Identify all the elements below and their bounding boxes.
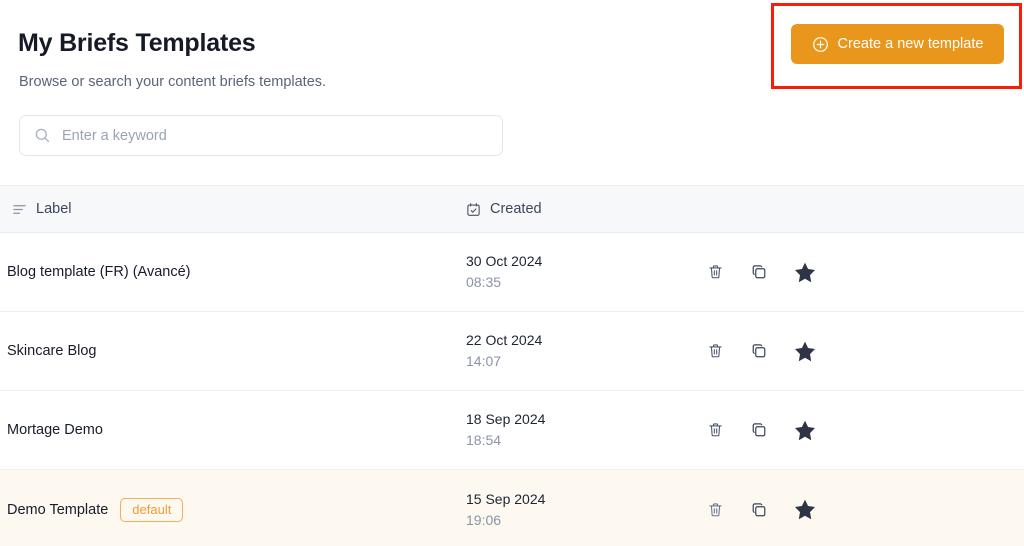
copy-icon	[750, 501, 768, 519]
column-header-created-text: Created	[490, 201, 542, 217]
favorite-template-button[interactable]	[790, 341, 820, 362]
row-actions	[700, 470, 820, 546]
copy-icon	[750, 342, 768, 360]
template-name: Blog template (FR) (Avancé)	[7, 264, 191, 280]
column-header-created[interactable]: Created	[466, 201, 542, 217]
star-filled-icon	[794, 341, 816, 362]
templates-table: Label Created Blog template (FR) (Avancé…	[0, 185, 1024, 546]
favorite-template-button[interactable]	[790, 420, 820, 441]
created-date: 30 Oct 2024	[466, 253, 543, 269]
star-filled-icon	[794, 262, 816, 283]
table-row[interactable]: Demo Template default 15 Sep 2024 19:06	[0, 470, 1024, 546]
trash-icon	[707, 501, 724, 519]
created-date: 15 Sep 2024	[466, 490, 546, 507]
created-date: 22 Oct 2024	[466, 332, 543, 348]
copy-icon	[750, 421, 768, 439]
star-filled-icon	[794, 420, 816, 441]
row-created-cell: 18 Sep 2024 18:54	[466, 391, 545, 469]
template-name: Demo Template	[7, 501, 109, 518]
table-row[interactable]: Skincare Blog 22 Oct 2024 14:07	[0, 312, 1024, 391]
template-name: Skincare Blog	[7, 343, 97, 359]
row-label-cell: Blog template (FR) (Avancé)	[7, 233, 190, 311]
page-subtitle: Browse or search your content briefs tem…	[19, 74, 327, 90]
created-time: 19:06	[466, 511, 502, 528]
copy-icon	[750, 263, 768, 281]
delete-template-button[interactable]	[700, 501, 730, 519]
column-header-label-text: Label	[36, 201, 72, 217]
created-time: 14:07	[466, 353, 502, 369]
row-created-cell: 15 Sep 2024 19:06	[466, 470, 545, 546]
template-name: Mortage Demo	[7, 422, 103, 438]
table-header-row: Label Created	[0, 185, 1024, 233]
plus-circle-icon	[812, 36, 829, 53]
status-badge: default	[120, 497, 184, 522]
trash-icon	[707, 263, 724, 281]
created-date: 18 Sep 2024	[466, 411, 546, 427]
create-new-template-button[interactable]: Create a new template	[791, 24, 1004, 64]
table-row[interactable]: Mortage Demo 18 Sep 2024 18:54	[0, 391, 1024, 470]
list-lines-icon	[12, 202, 27, 217]
page-title: My Briefs Templates	[18, 29, 256, 57]
duplicate-template-button[interactable]	[744, 421, 774, 439]
duplicate-template-button[interactable]	[744, 263, 774, 281]
favorite-template-button[interactable]	[790, 499, 820, 520]
search-input[interactable]	[62, 116, 488, 155]
search-box[interactable]	[19, 115, 503, 156]
star-filled-icon	[794, 499, 816, 520]
delete-template-button[interactable]	[700, 263, 730, 281]
row-created-cell: 22 Oct 2024 14:07	[466, 312, 542, 390]
create-new-template-label: Create a new template	[837, 36, 984, 52]
favorite-template-button[interactable]	[790, 262, 820, 283]
created-time: 08:35	[466, 274, 502, 290]
row-label-cell: Demo Template default	[7, 470, 184, 546]
column-header-label[interactable]: Label	[12, 201, 71, 217]
trash-icon	[707, 342, 724, 360]
duplicate-template-button[interactable]	[744, 342, 774, 360]
created-time: 18:54	[466, 432, 502, 448]
row-actions	[700, 391, 820, 469]
calendar-check-icon	[466, 202, 481, 217]
delete-template-button[interactable]	[700, 342, 730, 360]
row-actions	[700, 233, 820, 311]
row-created-cell: 30 Oct 2024 08:35	[466, 233, 542, 311]
delete-template-button[interactable]	[700, 421, 730, 439]
table-row[interactable]: Blog template (FR) (Avancé) 30 Oct 2024 …	[0, 233, 1024, 312]
duplicate-template-button[interactable]	[744, 501, 774, 519]
row-label-cell: Mortage Demo	[7, 391, 103, 469]
row-actions	[700, 312, 820, 390]
trash-icon	[707, 421, 724, 439]
search-icon	[34, 127, 51, 144]
row-label-cell: Skincare Blog	[7, 312, 96, 390]
